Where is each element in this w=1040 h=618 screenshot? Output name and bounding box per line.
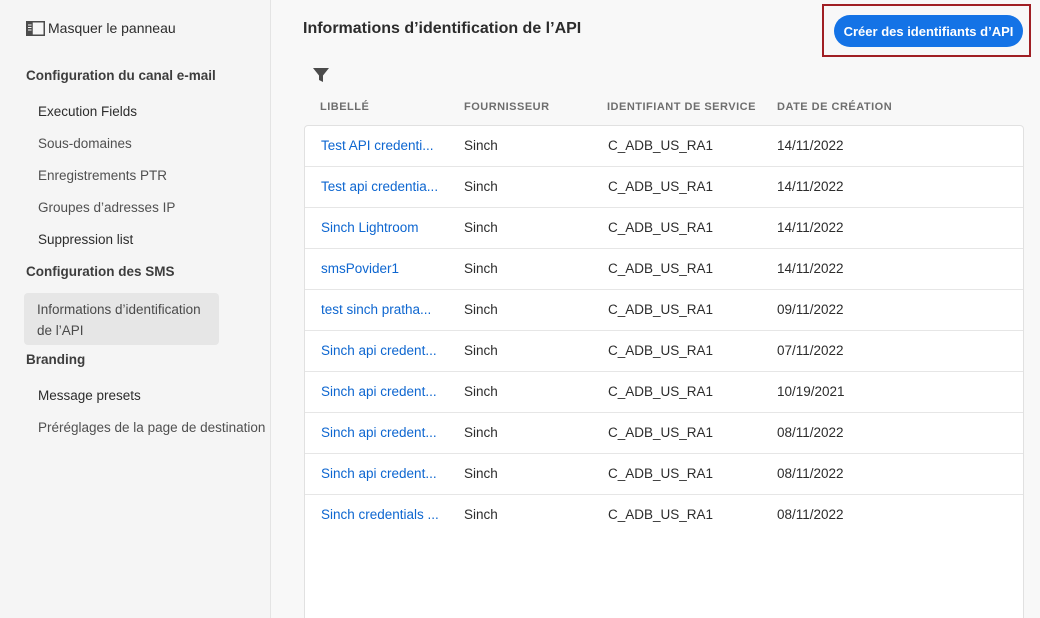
row-service-id: C_ADB_US_RA1	[608, 343, 714, 358]
table-row[interactable]: Sinch api credent... Sinch C_ADB_US_RA1 …	[305, 413, 1023, 454]
row-created-date: 14/11/2022	[777, 220, 844, 235]
column-header-label[interactable]: LIBELLÉ	[320, 101, 369, 113]
row-created-date: 14/11/2022	[777, 261, 844, 276]
row-label-link[interactable]: Sinch credentials ...	[321, 507, 439, 522]
table-row[interactable]: Sinch credentials ... Sinch C_ADB_US_RA1…	[305, 495, 1023, 536]
row-service-id: C_ADB_US_RA1	[608, 507, 714, 522]
credentials-table: Test API credenti... Sinch C_ADB_US_RA1 …	[304, 125, 1024, 618]
row-service-id: C_ADB_US_RA1	[608, 220, 714, 235]
sidebar: Masquer le panneau Configuration du cana…	[0, 0, 271, 618]
row-provider: Sinch	[464, 507, 498, 522]
row-label-link[interactable]: Sinch Lightroom	[321, 220, 419, 235]
row-provider: Sinch	[464, 220, 498, 235]
row-label-link[interactable]: Sinch api credent...	[321, 343, 437, 358]
sidebar-item-subdomains[interactable]: Sous-domaines	[38, 136, 132, 151]
row-created-date: 14/11/2022	[777, 138, 844, 153]
create-button-highlight: Créer des identifiants d’API	[822, 4, 1031, 57]
sidebar-item-suppression-list[interactable]: Suppression list	[38, 232, 133, 247]
row-label-link[interactable]: Sinch api credent...	[321, 466, 437, 481]
row-created-date: 10/19/2021	[777, 384, 845, 399]
filter-icon[interactable]	[312, 66, 330, 84]
main-content: Informations d’identification de l’API C…	[272, 0, 1040, 618]
row-service-id: C_ADB_US_RA1	[608, 466, 714, 481]
row-provider: Sinch	[464, 466, 498, 481]
row-provider: Sinch	[464, 343, 498, 358]
row-provider: Sinch	[464, 302, 498, 317]
row-service-id: C_ADB_US_RA1	[608, 384, 714, 399]
table-row[interactable]: smsPovider1 Sinch C_ADB_US_RA1 14/11/202…	[305, 249, 1023, 290]
panel-toggle-icon	[26, 20, 46, 36]
row-provider: Sinch	[464, 138, 498, 153]
table-row[interactable]: Sinch api credent... Sinch C_ADB_US_RA1 …	[305, 454, 1023, 495]
row-created-date: 08/11/2022	[777, 507, 844, 522]
row-created-date: 08/11/2022	[777, 425, 844, 440]
table-row[interactable]: test sinch pratha... Sinch C_ADB_US_RA1 …	[305, 290, 1023, 331]
row-label-link[interactable]: test sinch pratha...	[321, 302, 431, 317]
row-label-link[interactable]: Sinch api credent...	[321, 384, 437, 399]
row-label-link[interactable]: smsPovider1	[321, 261, 399, 276]
table-row[interactable]: Sinch api credent... Sinch C_ADB_US_RA1 …	[305, 331, 1023, 372]
hide-panel-button[interactable]: Masquer le panneau	[26, 19, 176, 37]
section-branding[interactable]: Branding	[26, 352, 85, 367]
row-created-date: 08/11/2022	[777, 466, 844, 481]
row-created-date: 09/11/2022	[777, 302, 844, 317]
row-service-id: C_ADB_US_RA1	[608, 138, 714, 153]
table-row[interactable]: Sinch Lightroom Sinch C_ADB_US_RA1 14/11…	[305, 208, 1023, 249]
row-label-link[interactable]: Sinch api credent...	[321, 425, 437, 440]
row-provider: Sinch	[464, 425, 498, 440]
sidebar-item-api-credentials[interactable]: Informations d’identification de l’API	[24, 293, 219, 345]
section-sms-config[interactable]: Configuration des SMS	[26, 264, 175, 279]
row-service-id: C_ADB_US_RA1	[608, 302, 714, 317]
row-provider: Sinch	[464, 179, 498, 194]
row-service-id: C_ADB_US_RA1	[608, 179, 714, 194]
sidebar-item-message-presets[interactable]: Message presets	[38, 388, 141, 403]
row-label-link[interactable]: Test API credenti...	[321, 138, 434, 153]
row-service-id: C_ADB_US_RA1	[608, 425, 714, 440]
sidebar-item-ptr-records[interactable]: Enregistrements PTR	[38, 168, 167, 183]
table-row[interactable]: Test api credentia... Sinch C_ADB_US_RA1…	[305, 167, 1023, 208]
sidebar-item-execution-fields[interactable]: Execution Fields	[38, 104, 137, 119]
row-created-date: 14/11/2022	[777, 179, 844, 194]
hide-panel-label: Masquer le panneau	[48, 20, 176, 36]
table-row[interactable]: Test API credenti... Sinch C_ADB_US_RA1 …	[305, 126, 1023, 167]
table-row[interactable]: Sinch api credent... Sinch C_ADB_US_RA1 …	[305, 372, 1023, 413]
column-header-service-id[interactable]: IDENTIFIANT DE SERVICE	[607, 101, 756, 113]
create-api-credentials-button[interactable]: Créer des identifiants d’API	[834, 15, 1023, 47]
column-header-provider[interactable]: FOURNISSEUR	[464, 101, 550, 113]
page-title: Informations d’identification de l’API	[303, 20, 582, 37]
sidebar-item-landing-page-presets[interactable]: Préréglages de la page de destination	[38, 420, 265, 435]
section-email-config[interactable]: Configuration du canal e-mail	[26, 68, 216, 83]
column-header-created[interactable]: DATE DE CRÉATION	[777, 101, 892, 113]
row-provider: Sinch	[464, 261, 498, 276]
row-service-id: C_ADB_US_RA1	[608, 261, 714, 276]
row-label-link[interactable]: Test api credentia...	[321, 179, 438, 194]
row-created-date: 07/11/2022	[777, 343, 844, 358]
row-provider: Sinch	[464, 384, 498, 399]
sidebar-item-ip-pools[interactable]: Groupes d’adresses IP	[38, 200, 175, 215]
